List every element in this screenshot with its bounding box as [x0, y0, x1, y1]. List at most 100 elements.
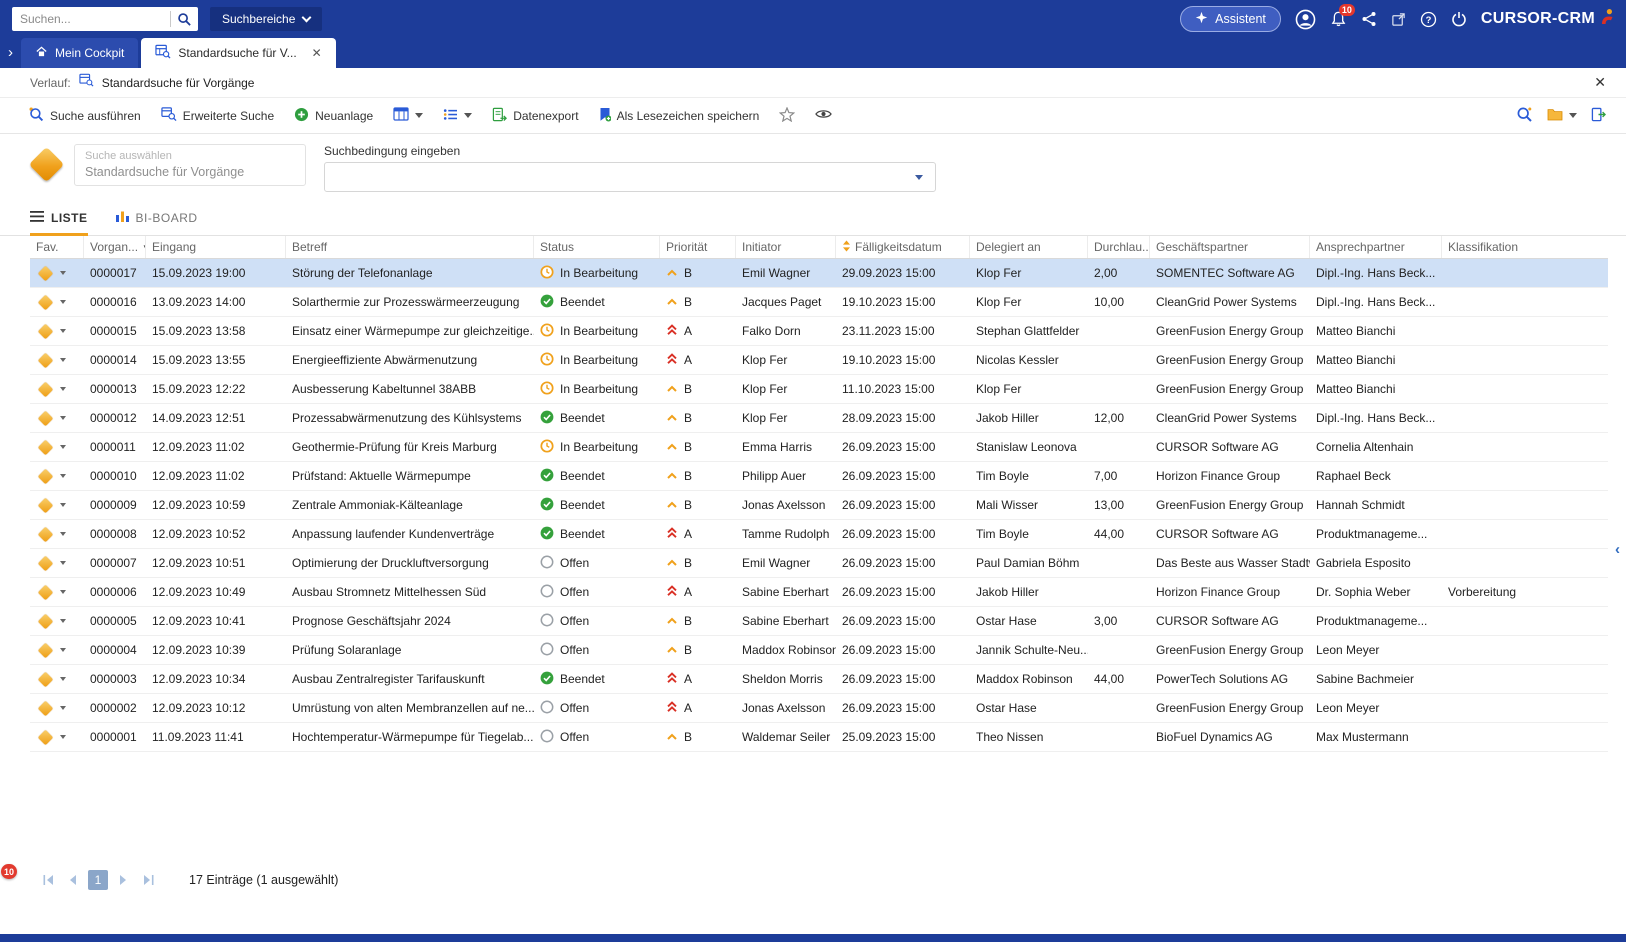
highlight-search-button[interactable] — [1516, 106, 1533, 126]
chevron-down-icon[interactable] — [60, 706, 66, 710]
favorite-diamond-icon[interactable] — [37, 352, 54, 368]
favorite-diamond-icon[interactable] — [37, 555, 54, 571]
list-view-dropdown-button[interactable] — [443, 108, 473, 124]
notifications-bell-icon[interactable]: 10 — [1330, 4, 1355, 28]
first-page-button[interactable] — [38, 870, 58, 890]
chevron-down-icon[interactable] — [915, 175, 923, 180]
next-page-button[interactable] — [113, 870, 133, 890]
tab-standardsuche[interactable]: Standardsuche für V... ✕ — [141, 38, 336, 68]
table-row[interactable]: 0000011 12.09.2023 11:02 Geothermie-Prüfun… — [30, 433, 1608, 462]
chevron-down-icon[interactable] — [60, 561, 66, 565]
table-row[interactable]: 0000014 15.09.2023 13:55 Energieeffiziente… — [30, 346, 1608, 375]
chevron-down-icon[interactable] — [60, 445, 66, 449]
table-row[interactable]: 0000001 11.09.2023 11:41 Hochtemperatur-Wä… — [30, 723, 1608, 752]
favorite-cell[interactable] — [30, 723, 84, 751]
chevron-down-icon[interactable] — [60, 358, 66, 362]
favorite-cell[interactable] — [30, 549, 84, 577]
table-row[interactable]: 0000013 15.09.2023 12:22 Ausbesserung Kabe… — [30, 375, 1608, 404]
table-row[interactable]: 0000002 12.09.2023 10:12 Umrüstung von alt… — [30, 694, 1608, 723]
favorite-cell[interactable] — [30, 636, 84, 664]
table-row[interactable]: 0000010 12.09.2023 11:02 Prüfstand: Aktuel… — [30, 462, 1608, 491]
favorite-diamond-icon[interactable] — [37, 613, 54, 629]
favorite-diamond-icon[interactable] — [37, 468, 54, 484]
advanced-search-button[interactable]: Erweiterte Suche — [161, 106, 274, 125]
favorite-diamond-icon[interactable] — [37, 526, 54, 542]
tab-bi-board[interactable]: BI-BOARD — [115, 202, 198, 236]
column-header[interactable]: Ansprechpartner — [1310, 236, 1442, 258]
table-row[interactable]: 0000006 12.09.2023 10:49 Ausbau Stromnetz … — [30, 578, 1608, 607]
favorite-diamond-icon[interactable] — [37, 381, 54, 397]
collapse-panel-icon[interactable]: ‹ — [1610, 538, 1625, 560]
close-tab-icon[interactable]: ✕ — [312, 46, 322, 60]
help-icon[interactable]: ? — [1420, 11, 1437, 28]
detach-panel-button[interactable] — [1591, 107, 1607, 125]
favorite-diamond-icon[interactable] — [37, 439, 54, 455]
favorite-diamond-icon[interactable] — [37, 671, 54, 687]
assistant-button[interactable]: Assistent — [1180, 6, 1281, 32]
favorite-cell[interactable] — [30, 404, 84, 432]
share-icon[interactable] — [1361, 11, 1377, 27]
column-header[interactable]: Fav. — [30, 236, 84, 258]
column-header[interactable]: Eingang — [146, 236, 286, 258]
chevron-down-icon[interactable] — [60, 300, 66, 304]
global-search-input[interactable] — [20, 12, 164, 26]
favorite-diamond-icon[interactable] — [37, 700, 54, 716]
history-entry-link[interactable]: Standardsuche für Vorgänge — [102, 76, 255, 90]
visibility-button[interactable] — [815, 108, 833, 123]
tab-overflow-chevron-icon[interactable]: › — [0, 38, 21, 68]
external-link-icon[interactable] — [1391, 12, 1406, 27]
favorite-cell[interactable] — [30, 288, 84, 316]
saved-searches-dropdown-button[interactable] — [1547, 108, 1577, 124]
favorite-cell[interactable] — [30, 491, 84, 519]
tab-liste[interactable]: LISTE — [30, 202, 88, 236]
current-page-button[interactable]: 1 — [88, 870, 108, 890]
chevron-down-icon[interactable] — [60, 271, 66, 275]
last-page-button[interactable] — [138, 870, 158, 890]
favorite-cell[interactable] — [30, 607, 84, 635]
table-row[interactable]: 0000015 15.09.2023 13:58 Einsatz einer Wär… — [30, 317, 1608, 346]
favorite-cell[interactable] — [30, 433, 84, 461]
column-header[interactable]: Delegiert an — [970, 236, 1088, 258]
table-row[interactable]: 0000012 14.09.2023 12:51 Prozessabwärmenut… — [30, 404, 1608, 433]
favorite-cell[interactable] — [30, 259, 84, 287]
chevron-down-icon[interactable] — [60, 532, 66, 536]
chevron-down-icon[interactable] — [60, 648, 66, 652]
chevron-down-icon[interactable] — [60, 619, 66, 623]
favorite-cell[interactable] — [30, 665, 84, 693]
favorite-diamond-icon[interactable] — [37, 642, 54, 658]
favorite-cell[interactable] — [30, 694, 84, 722]
favorite-cell[interactable] — [30, 520, 84, 548]
table-row[interactable]: 0000016 13.09.2023 14:00 Solarthermie zur … — [30, 288, 1608, 317]
column-header[interactable]: Fälligkeitsdatum — [836, 236, 970, 258]
power-logout-icon[interactable] — [1451, 11, 1467, 27]
table-row[interactable]: 0000003 12.09.2023 10:34 Ausbau Zentralreg… — [30, 665, 1608, 694]
favorite-star-button[interactable] — [779, 105, 796, 125]
table-row[interactable]: 0000017 15.09.2023 19:00 Störung der Telef… — [30, 259, 1608, 288]
chevron-down-icon[interactable] — [60, 503, 66, 507]
column-header[interactable]: Durchlau... — [1088, 236, 1150, 258]
favorite-diamond-icon[interactable] — [37, 497, 54, 513]
column-header[interactable]: Betreff — [286, 236, 534, 258]
favorite-diamond-icon[interactable] — [37, 323, 54, 339]
data-export-button[interactable]: Datenexport — [492, 107, 579, 125]
chevron-down-icon[interactable] — [60, 474, 66, 478]
save-bookmark-button[interactable]: Als Lesezeichen speichern — [599, 107, 759, 125]
tab-mein-cockpit[interactable]: Mein Cockpit — [21, 38, 139, 68]
search-icon[interactable] — [177, 12, 192, 27]
new-record-button[interactable]: Neuanlage — [294, 107, 373, 125]
run-search-button[interactable]: Suche ausführen — [28, 106, 141, 125]
table-row[interactable]: 0000009 12.09.2023 10:59 Zentrale Ammoniak… — [30, 491, 1608, 520]
prev-page-button[interactable] — [63, 870, 83, 890]
search-scope-button[interactable]: Suchbereiche — [210, 7, 323, 31]
table-view-dropdown-button[interactable] — [393, 107, 424, 124]
chevron-down-icon[interactable] — [60, 590, 66, 594]
column-header[interactable]: Vorgan...▼ — [84, 236, 146, 258]
favorite-diamond-icon[interactable] — [37, 584, 54, 600]
table-row[interactable]: 0000008 12.09.2023 10:52 Anpassung laufend… — [30, 520, 1608, 549]
favorite-cell[interactable] — [30, 346, 84, 374]
column-header[interactable]: Priorität — [660, 236, 736, 258]
chevron-down-icon[interactable] — [60, 329, 66, 333]
favorite-diamond-icon[interactable] — [37, 410, 54, 426]
global-search[interactable] — [12, 7, 198, 31]
table-row[interactable]: 0000004 12.09.2023 10:39 Prüfung Solaranla… — [30, 636, 1608, 665]
